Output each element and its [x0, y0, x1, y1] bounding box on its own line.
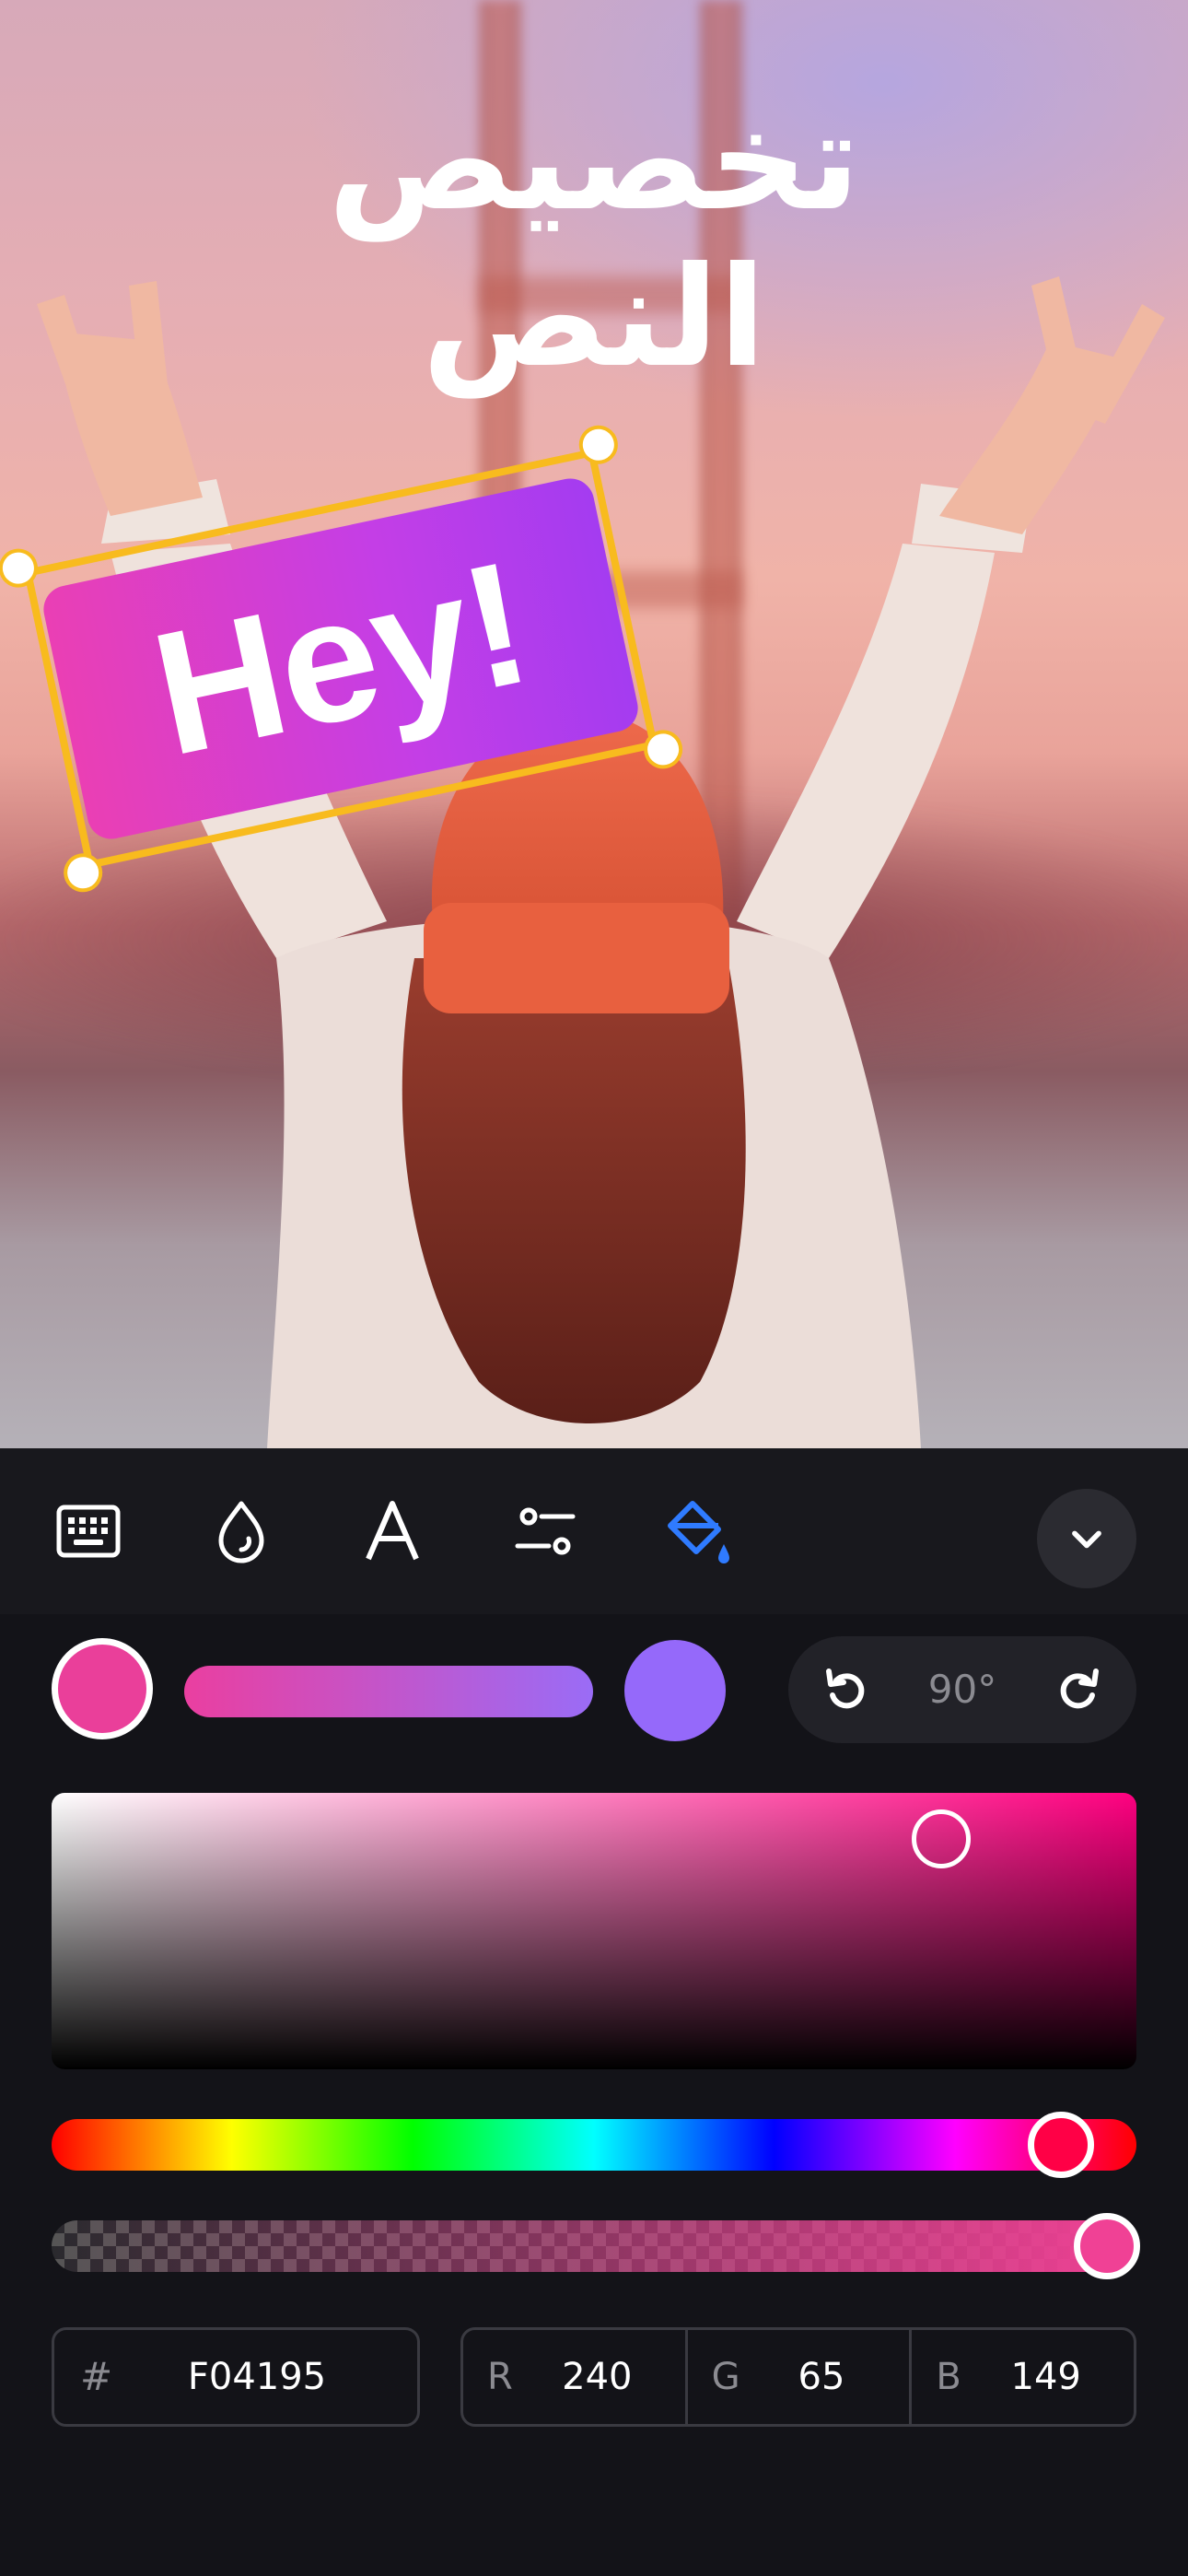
gradient-end-swatch[interactable] [624, 1640, 726, 1741]
headline-text[interactable]: تخصيص النص [0, 92, 1188, 405]
rotate-right-icon[interactable] [1050, 1662, 1105, 1717]
blue-label: B [936, 2356, 961, 2398]
gradient-angle-control: 90° [788, 1636, 1136, 1743]
blue-value[interactable]: 149 [967, 2330, 1124, 2424]
fill-tool-button[interactable] [659, 1493, 737, 1570]
red-value[interactable]: 240 [518, 2330, 676, 2424]
green-value[interactable]: 65 [743, 2330, 901, 2424]
keyboard-tool-button[interactable] [50, 1493, 127, 1570]
rgb-inputs: R 240 G 65 B 149 [460, 2327, 1136, 2427]
photo-canvas[interactable]: تخصيص النص Hey! [0, 0, 1188, 1448]
gradient-start-swatch[interactable] [52, 1638, 153, 1739]
gradient-preview-bar[interactable] [184, 1666, 593, 1717]
chevron-down-icon [1072, 1530, 1101, 1549]
hex-prefix: # [80, 2354, 113, 2399]
font-icon [366, 1501, 419, 1561]
red-input[interactable]: R 240 [463, 2330, 685, 2424]
hue-slider-knob[interactable] [1027, 2112, 1094, 2178]
rotate-left-icon[interactable] [820, 1662, 875, 1717]
keyboard-icon [56, 1505, 121, 1558]
opacity-gradient [52, 2220, 1136, 2272]
opacity-slider[interactable] [52, 2213, 1140, 2279]
tool-bar [0, 1448, 1188, 1614]
opacity-slider-knob[interactable] [1074, 2213, 1140, 2279]
saturation-value-picker[interactable] [52, 1793, 1136, 2069]
editor-panel: 90° # F04195 R 240 G 65 B 149 [0, 1448, 1188, 2576]
headline-line: تخصيص [327, 81, 861, 241]
color-tool-button[interactable] [203, 1493, 280, 1570]
paint-bucket-icon [668, 1501, 729, 1563]
green-label: G [711, 2356, 740, 2398]
red-label: R [487, 2356, 513, 2398]
hue-slider[interactable] [52, 2112, 1136, 2178]
hex-value[interactable]: F04195 [119, 2330, 395, 2424]
collapse-panel-button[interactable] [1037, 1489, 1136, 1588]
font-tool-button[interactable] [354, 1493, 431, 1570]
adjust-tool-button[interactable] [507, 1493, 584, 1570]
color-drop-icon [218, 1501, 264, 1563]
sliders-icon [515, 1507, 576, 1555]
saturation-value-knob[interactable] [911, 1809, 971, 1868]
blue-input[interactable]: B 149 [909, 2330, 1134, 2424]
gradient-angle-value: 90° [927, 1667, 997, 1712]
headline-line: النص [422, 238, 766, 398]
hex-input[interactable]: # F04195 [52, 2327, 420, 2427]
green-input[interactable]: G 65 [684, 2330, 910, 2424]
